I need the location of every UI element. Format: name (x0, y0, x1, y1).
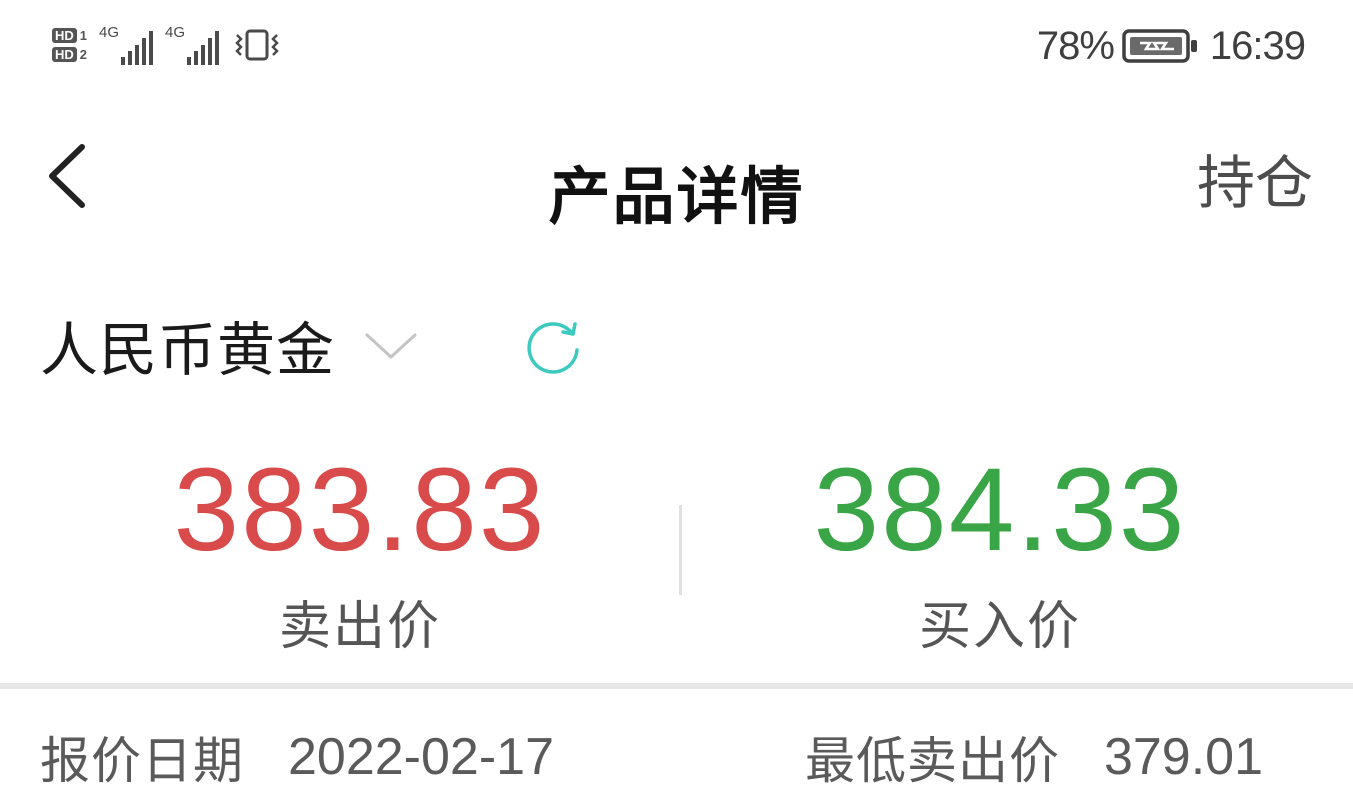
sell-price-block: 383.83 卖出价 (80, 450, 640, 659)
buy-price-value: 384.33 (813, 444, 1187, 576)
signal-icon: 4G (165, 24, 220, 65)
sell-price-value: 383.83 (173, 444, 547, 576)
quote-date-item: 报价日期 2022-02-17 (40, 722, 554, 792)
buy-price-block: 384.33 买入价 (720, 450, 1280, 659)
min-sell-price-value: 379.01 (1103, 728, 1263, 786)
product-name[interactable]: 人民币黄金 (40, 303, 335, 387)
title-bar: 产品详情 持仓 (0, 110, 1353, 240)
sim2-index: 2 (79, 47, 88, 62)
buy-price-label: 买入价 (918, 597, 1081, 657)
status-time: 16:39 (1209, 23, 1306, 68)
sim1-index: 1 (79, 28, 88, 43)
product-detail-page: HD 1 HD 2 4G 4G 78% 16:39 产品详情 持仓 人民币黄金 … (0, 0, 1353, 804)
hd-icon: HD 1 HD 2 (52, 28, 87, 62)
section-divider (0, 683, 1353, 689)
page-title: 产品详情 (548, 160, 805, 233)
quote-date-label: 报价日期 (40, 732, 244, 790)
status-left-group: HD 1 HD 2 4G 4G (52, 14, 281, 76)
sim1-hd-badge: HD (52, 28, 77, 43)
status-bar: HD 1 HD 2 4G 4G 78% 16:39 (0, 0, 1353, 95)
quote-date-value: 2022-02-17 (288, 728, 554, 786)
product-selector: 人民币黄金 (40, 300, 589, 390)
battery-icon (1122, 29, 1200, 63)
status-right-group: 78% 16:39 (1036, 16, 1306, 76)
refresh-icon[interactable] (519, 310, 589, 380)
min-sell-price-label: 最低卖出价 (804, 732, 1060, 790)
price-divider (679, 505, 682, 595)
chevron-down-icon[interactable] (363, 329, 419, 361)
vibrate-icon (233, 25, 281, 65)
signal-icon: 4G (99, 24, 154, 65)
sim2-hd-badge: HD (52, 47, 77, 62)
sell-price-label: 卖出价 (278, 597, 441, 657)
min-sell-price-item: 最低卖出价 379.01 (805, 722, 1263, 792)
signal2-label: 4G (165, 24, 186, 41)
signal1-label: 4G (99, 24, 120, 41)
holdings-button[interactable]: 持仓 (1197, 136, 1313, 220)
battery-percent: 78% (1036, 23, 1115, 68)
